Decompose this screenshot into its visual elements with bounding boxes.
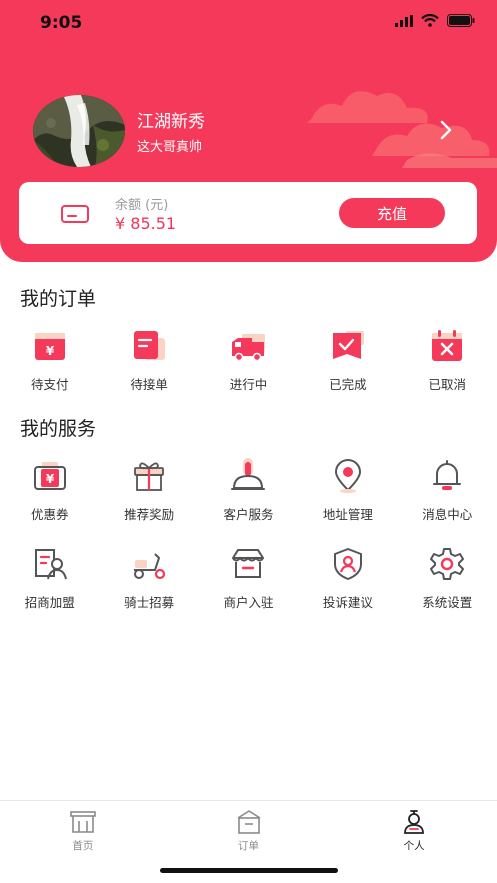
tab-home[interactable]: 首页 <box>0 801 166 883</box>
gear-icon <box>430 548 465 580</box>
tab-me-label: 个人 <box>403 840 425 852</box>
balance-label: 余额 (元) <box>115 198 169 213</box>
status-icons <box>395 14 475 27</box>
orders-icon <box>237 810 260 834</box>
balance-amount: ¥ 85.51 <box>115 214 177 233</box>
franchise-icon <box>34 549 67 580</box>
home-icon <box>70 811 96 833</box>
svg-text:¥: ¥ <box>46 344 55 358</box>
service-franchise[interactable]: 招商加盟 <box>0 546 99 611</box>
wifi-icon <box>421 14 439 27</box>
wallet-icon <box>61 205 89 223</box>
services-section-title: 我的服务 <box>20 418 97 440</box>
service-referral[interactable]: 推荐奖励 <box>99 458 198 523</box>
shop-icon <box>232 549 265 578</box>
recharge-button[interactable]: 充值 <box>339 198 445 228</box>
shield-user-icon <box>333 548 362 580</box>
bell-icon <box>433 460 462 490</box>
orders-section-title: 我的订单 <box>20 288 97 310</box>
cloud-decoration <box>307 91 497 168</box>
service-coupon[interactable]: ¥ 优惠券 <box>0 458 99 523</box>
completed-icon <box>332 331 364 359</box>
scooter-icon <box>134 553 166 580</box>
pending-accept-icon <box>134 331 166 360</box>
cancelled-icon <box>432 330 463 361</box>
status-bar: 9:05 <box>0 0 497 48</box>
service-label: 客户服务 <box>223 507 274 522</box>
service-label: 系统设置 <box>422 595 473 610</box>
service-label: 消息中心 <box>422 507 473 522</box>
signal-icon <box>395 14 413 27</box>
location-icon <box>334 459 361 493</box>
user-signature: 这大哥真帅 <box>137 140 203 155</box>
chevron-right-icon[interactable] <box>439 120 453 140</box>
order-in-progress[interactable]: 进行中 <box>199 328 298 393</box>
status-time: 9:05 <box>40 13 83 33</box>
service-rider-recruit[interactable]: 骑士招募 <box>99 546 198 611</box>
service-label: 地址管理 <box>322 507 373 522</box>
services-row-1: ¥ 优惠券 推荐奖励 客户服务 地址管理 消息中心 <box>0 458 497 523</box>
order-label: 待接单 <box>130 377 168 392</box>
order-pending-accept[interactable]: 待接单 <box>99 328 198 393</box>
profile-screen: 9:05 江湖新秀 这大哥真帅 余额 (元) ¥ 85.51 充值 我的订单 ¥… <box>0 0 497 883</box>
avatar[interactable] <box>33 95 125 167</box>
svg-text:¥: ¥ <box>46 472 55 486</box>
order-pending-payment[interactable]: ¥ 待支付 <box>0 328 99 393</box>
service-address[interactable]: 地址管理 <box>298 458 397 523</box>
service-label: 骑士招募 <box>124 595 175 610</box>
service-customer-service[interactable]: 客户服务 <box>199 458 298 523</box>
order-label: 进行中 <box>229 377 268 392</box>
customer-service-icon <box>231 458 266 490</box>
person-icon <box>404 810 425 834</box>
home-indicator[interactable] <box>160 868 338 873</box>
service-label: 投诉建议 <box>322 595 373 610</box>
service-complaint[interactable]: 投诉建议 <box>298 546 397 611</box>
battery-icon <box>447 14 475 27</box>
orders-row: ¥ 待支付 待接单 进行中 已完成 已取消 <box>0 328 497 393</box>
service-messages[interactable]: 消息中心 <box>398 458 497 523</box>
pending-payment-icon: ¥ <box>34 333 65 360</box>
service-label: 优惠券 <box>30 507 69 522</box>
tab-home-label: 首页 <box>72 840 94 852</box>
profile-header: 9:05 江湖新秀 这大哥真帅 余额 (元) ¥ 85.51 充值 <box>0 0 497 262</box>
service-settings[interactable]: 系统设置 <box>398 546 497 611</box>
service-merchant-join[interactable]: 商户入驻 <box>199 546 298 611</box>
order-label: 待支付 <box>30 377 69 392</box>
user-name: 江湖新秀 <box>137 112 205 132</box>
order-completed[interactable]: 已完成 <box>298 328 397 393</box>
service-label: 商户入驻 <box>223 595 274 610</box>
delivery-truck-icon <box>232 334 266 362</box>
services-row-2: 招商加盟 骑士招募 商户入驻 投诉建议 系统设置 <box>0 546 497 611</box>
balance-card: 余额 (元) ¥ 85.51 充值 <box>19 182 477 244</box>
service-label: 推荐奖励 <box>124 507 175 522</box>
order-label: 已完成 <box>329 377 367 392</box>
gift-icon <box>134 462 164 491</box>
tab-orders-label: 订单 <box>238 840 259 852</box>
order-label: 已取消 <box>428 377 467 392</box>
waterfall-photo <box>33 95 125 167</box>
service-label: 招商加盟 <box>24 595 75 610</box>
order-cancelled[interactable]: 已取消 <box>398 328 497 393</box>
tab-me[interactable]: 个人 <box>331 801 497 883</box>
coupon-icon: ¥ <box>33 462 66 490</box>
